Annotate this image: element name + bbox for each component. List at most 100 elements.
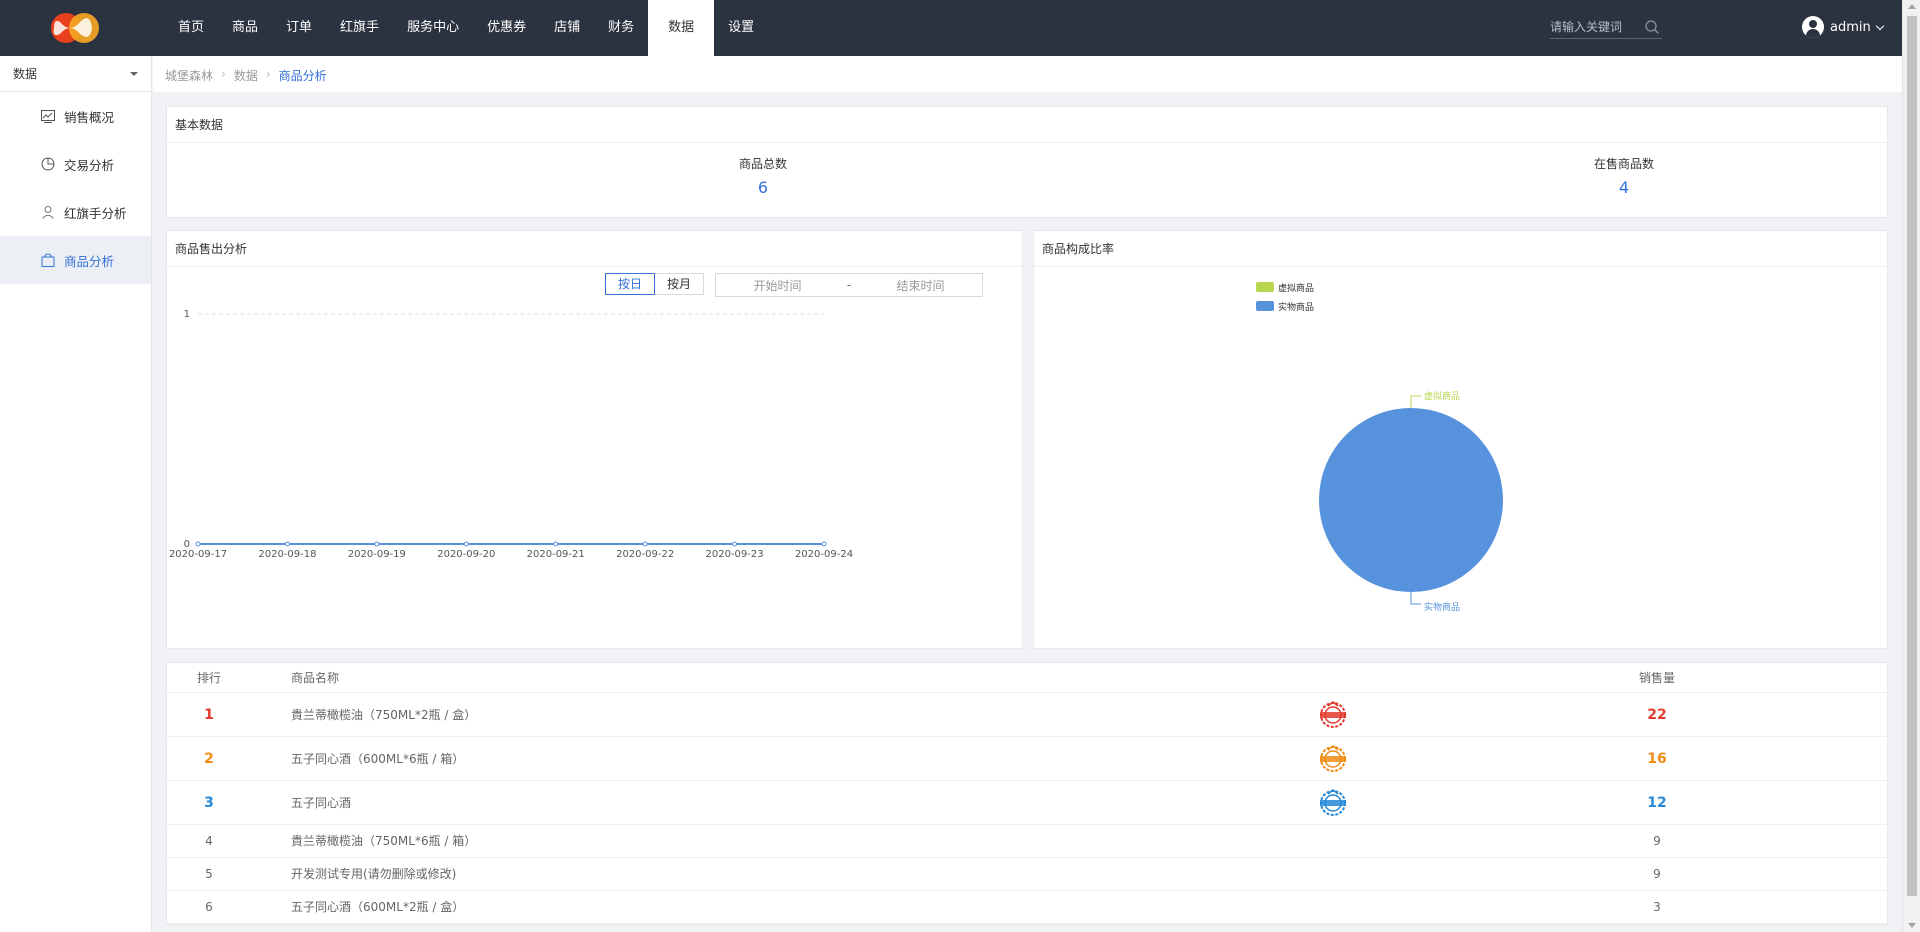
card-title: 基本数据 [167, 107, 1887, 143]
goods-name[interactable]: 五子同心酒 [291, 781, 351, 825]
pie-label-leader [1410, 592, 1421, 605]
sidebar-item-flagbearer-analysis[interactable]: 红旗手分析 [0, 188, 151, 236]
breadcrumb-item[interactable]: 城堡森林 [165, 67, 213, 84]
table-row: 3 五子同心酒 12 [167, 781, 1887, 825]
rank-number: 4 [205, 834, 213, 848]
x-tick-label: 2020-09-17 [169, 549, 227, 560]
table-row: 5 开发测试专用(请勿删除或修改) 9 [167, 858, 1887, 891]
sidebar-item-trade-analysis[interactable]: 交易分析 [0, 140, 151, 188]
avatar [1802, 16, 1824, 38]
brand-logo[interactable] [46, 8, 106, 48]
sidebar-module-select[interactable]: 数据 [0, 56, 151, 92]
data-point [284, 541, 290, 547]
rank-number: 5 [205, 867, 213, 881]
x-tick-label: 2020-09-19 [348, 549, 406, 560]
breadcrumb-bar: 城堡森林 › 数据 › 商品分析 [153, 56, 1902, 92]
x-tick-label: 2020-09-23 [706, 549, 764, 560]
nav-item-store[interactable]: 店铺 [540, 0, 594, 56]
breadcrumb: 城堡森林 › 数据 › 商品分析 [165, 67, 327, 84]
sales-count: 9 [1653, 834, 1661, 848]
x-tick-label: 2020-09-18 [258, 549, 316, 560]
stat-total-goods: 商品总数 6 [663, 155, 863, 197]
sidebar-select-label: 数据 [13, 67, 38, 81]
x-tick-label: 2020-09-21 [527, 549, 585, 560]
data-point [463, 541, 469, 547]
line-chart-icon [41, 110, 55, 123]
nav-item-finance[interactable]: 财务 [594, 0, 648, 56]
nav-item-service-center[interactable]: 服务中心 [393, 0, 473, 56]
user-name: admin [1830, 19, 1871, 35]
sidebar-item-goods-analysis[interactable]: 商品分析 [0, 236, 151, 284]
composition-card: 商品构成比率 虚拟商品 实物商品 虚拟商品 实物商品 [1033, 230, 1888, 649]
search-box [1550, 17, 1662, 39]
nav-item-settings[interactable]: 设置 [714, 0, 768, 56]
bronze-medal-icon [1320, 789, 1346, 816]
page-scrollbar[interactable] [1902, 0, 1920, 932]
goods-name[interactable]: 貴兰蒂橄榄油（750ML*6瓶 / 箱） [291, 825, 476, 858]
shopping-bag-icon [41, 253, 55, 267]
pie-slice [1319, 408, 1503, 592]
search-input[interactable] [1550, 17, 1640, 37]
legend-swatch [1256, 282, 1274, 292]
breadcrumb-separator: › [221, 67, 226, 81]
breadcrumb-separator: › [265, 67, 271, 81]
table-row: 2 五子同心酒（600ML*6瓶 / 箱） 16 [167, 737, 1887, 781]
pie-label-leader [1410, 395, 1421, 408]
breadcrumb-item[interactable]: 数据 [234, 67, 258, 84]
y-tick-label: 1 [184, 309, 190, 320]
nav-item-flagbearer[interactable]: 红旗手 [326, 0, 393, 56]
data-point [732, 541, 738, 547]
goods-name[interactable]: 貴兰蒂橄榄油（750ML*2瓶 / 盒） [291, 693, 476, 737]
stat-on-sale-goods: 在售商品数 4 [1524, 155, 1724, 197]
sales-count: 3 [1653, 900, 1661, 914]
scrollbar-thumb[interactable] [1907, 16, 1917, 896]
sidebar-item-label: 商品分析 [64, 253, 115, 269]
search-icon[interactable] [1644, 19, 1660, 35]
scroll-up-arrow-icon[interactable] [1908, 4, 1916, 9]
user-icon [42, 206, 54, 219]
table-row: 1 貴兰蒂橄榄油（750ML*2瓶 / 盒） 22 [167, 693, 1887, 737]
user-menu[interactable]: admin [1802, 16, 1884, 38]
sales-count: 9 [1653, 867, 1661, 881]
nav-item-home[interactable]: 首页 [164, 0, 218, 56]
stat-label: 商品总数 [738, 157, 787, 171]
table-row: 6 五子同心酒（600ML*2瓶 / 盒） 3 [167, 891, 1887, 924]
nav-item-coupons[interactable]: 优惠券 [473, 0, 540, 56]
nav-item-orders[interactable]: 订单 [272, 0, 326, 56]
data-point [642, 541, 648, 547]
header-rank: 排行 [196, 671, 221, 685]
goods-name[interactable]: 五子同心酒（600ML*6瓶 / 箱） [291, 737, 464, 781]
sales-analysis-card: 商品售出分析 按日 按月 开始时间 - 结束时间 0 1 2020-09-17 202… [166, 230, 1023, 649]
nav-item-goods[interactable]: 商品 [218, 0, 272, 56]
data-point [553, 541, 559, 547]
data-point [821, 541, 827, 547]
data-point [195, 541, 201, 547]
legend-swatch [1256, 301, 1274, 311]
basic-data-card: 基本数据 商品总数 6 在售商品数 4 [166, 106, 1888, 218]
pie-slice-label: 实物商品 [1424, 601, 1460, 613]
goods-ranking-table: 排行 商品名称 销售量 1 貴兰蒂橄榄油（750ML*2瓶 / 盒） 22 2 五子同心… [166, 662, 1888, 925]
stat-value: 6 [757, 178, 769, 197]
sidebar-item-sales-overview[interactable]: 销售概况 [0, 92, 151, 140]
rank-number: 6 [205, 900, 213, 914]
pie-slice-label: 虚拟商品 [1424, 390, 1460, 402]
sidebar-item-label: 交易分析 [64, 157, 115, 173]
gold-medal-icon [1320, 701, 1346, 728]
table-row: 4 貴兰蒂橄榄油（750ML*6瓶 / 箱） 9 [167, 825, 1887, 858]
header-sales: 销售量 [1638, 671, 1675, 685]
sales-line-chart: 012020-09-17 2020-09-18 2020-09-19 2020-09-… [169, 309, 853, 560]
sidebar-item-label: 红旗手分析 [64, 205, 127, 221]
legend-label: 实物商品 [1278, 301, 1314, 313]
x-tick-label: 2020-09-24 [795, 549, 853, 560]
breadcrumb-current: 商品分析 [278, 69, 327, 83]
goods-name[interactable]: 五子同心酒（600ML*2瓶 / 盒） [291, 891, 464, 924]
header-name: 商品名称 [291, 671, 340, 685]
sales-count: 22 [1647, 707, 1667, 723]
silver-medal-icon [1320, 745, 1346, 772]
nav-item-data[interactable]: 数据 [648, 0, 715, 56]
goods-name[interactable]: 开发测试专用(请勿删除或修改) [291, 858, 456, 891]
stat-value: 4 [1618, 178, 1630, 197]
scroll-down-arrow-icon[interactable] [1908, 923, 1916, 928]
main-nav: 首页 商品 订单 红旗手 服务中心 优惠券 店铺 财务 数据 设置 [164, 0, 768, 56]
sidebar-item-label: 销售概况 [64, 109, 115, 125]
